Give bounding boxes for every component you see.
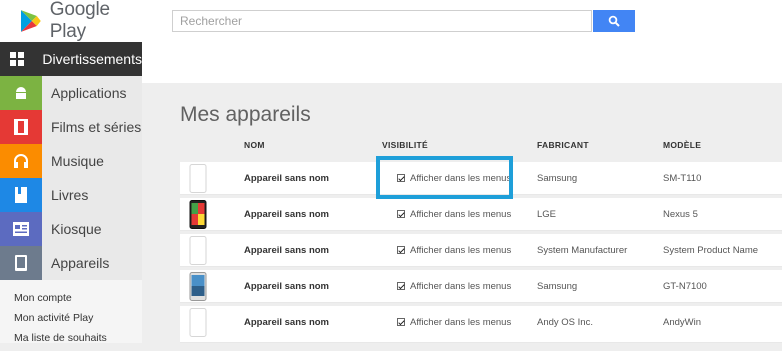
- table-row: Appareil sans nom Afficher dans les menu…: [180, 234, 782, 267]
- sidebar-item-livres[interactable]: Livres: [0, 178, 142, 212]
- sidebar: Divertissements Applications Films et sé…: [0, 42, 142, 344]
- visibility-checkbox[interactable]: Afficher dans les menus: [397, 317, 511, 328]
- device-thumbnail: [189, 272, 207, 301]
- top-bar: Google Play Rechercher: [0, 0, 782, 42]
- device-thumbnail: [189, 164, 207, 193]
- sidebar-item-appareils[interactable]: Appareils: [0, 246, 142, 280]
- account-links: Mon compte Mon activité Play Ma liste de…: [14, 291, 107, 351]
- visibility-label: Afficher dans les menus: [410, 281, 512, 292]
- device-name: Appareil sans nom: [244, 209, 329, 220]
- device-thumbnail: [189, 200, 207, 229]
- sidebar-item-label: Divertissements: [33, 42, 142, 76]
- table-row: Appareil sans nom Afficher dans les menu…: [180, 270, 782, 303]
- device-name: Appareil sans nom: [244, 317, 329, 328]
- logo-text: Google Play: [49, 0, 110, 42]
- device-manufacturer: System Manufacturer: [537, 245, 628, 256]
- sidebar-item-label: Applications: [42, 76, 142, 110]
- device-icon: [0, 246, 42, 280]
- book-icon: [0, 178, 42, 212]
- visibility-checkbox[interactable]: Afficher dans les menus: [397, 209, 511, 220]
- sidebar-item-kiosque[interactable]: Kiosque: [0, 212, 142, 246]
- visibility-label: Afficher dans les menus: [410, 209, 512, 220]
- column-header-modele: MODÈLE: [663, 140, 702, 150]
- device-model: AndyWin: [663, 317, 702, 328]
- search-input[interactable]: Rechercher: [172, 10, 592, 32]
- sidebar-item-label: Livres: [42, 178, 142, 212]
- device-model: System Product Name: [663, 245, 759, 256]
- search-icon: [608, 15, 620, 27]
- link-liste-souhaits[interactable]: Ma liste de souhaits: [14, 331, 107, 351]
- device-manufacturer: Samsung: [537, 173, 578, 184]
- newspaper-icon: [0, 212, 42, 246]
- sidebar-item-label: Films et séries: [42, 110, 142, 144]
- column-header-visibilite: VISIBILITÉ: [382, 140, 428, 150]
- table-row: Appareil sans nom Afficher dans les menu…: [180, 306, 782, 343]
- sidebar-item-label: Appareils: [42, 246, 142, 280]
- sidebar-item-label: Musique: [42, 144, 142, 178]
- android-icon: [0, 76, 42, 110]
- search-placeholder: Rechercher: [180, 14, 243, 28]
- device-manufacturer: LGE: [537, 209, 557, 220]
- sidebar-item-applications[interactable]: Applications: [0, 76, 142, 110]
- sidebar-item-divertissements[interactable]: Divertissements: [0, 42, 142, 76]
- sidebar-item-films[interactable]: Films et séries: [0, 110, 142, 144]
- device-name: Appareil sans nom: [244, 245, 329, 256]
- content-header-bar: [142, 42, 782, 83]
- visibility-label: Afficher dans les menus: [410, 245, 512, 256]
- device-model: Nexus 5: [663, 209, 698, 220]
- highlight-box: [376, 156, 513, 199]
- device-model: GT-N7100: [663, 281, 707, 292]
- device-thumbnail: [189, 308, 207, 337]
- device-manufacturer: Samsung: [537, 281, 578, 292]
- link-mon-compte[interactable]: Mon compte: [14, 291, 107, 311]
- device-model: SM-T110: [663, 173, 702, 184]
- device-name: Appareil sans nom: [244, 173, 329, 184]
- grid-icon: [0, 42, 34, 76]
- visibility-checkbox[interactable]: Afficher dans les menus: [397, 245, 511, 256]
- sidebar-item-musique[interactable]: Musique: [0, 144, 142, 178]
- device-name: Appareil sans nom: [244, 281, 329, 292]
- play-triangle-icon: [20, 10, 41, 32]
- search-button[interactable]: [593, 10, 635, 32]
- headphones-icon: [0, 144, 42, 178]
- device-manufacturer: Andy OS Inc.: [537, 317, 593, 328]
- table-row: Appareil sans nom Afficher dans les menu…: [180, 198, 782, 231]
- page-title: Mes appareils: [180, 103, 311, 126]
- visibility-label: Afficher dans les menus: [410, 317, 512, 328]
- device-thumbnail: [189, 236, 207, 265]
- film-icon: [0, 110, 42, 144]
- column-header-nom: NOM: [244, 140, 265, 150]
- sidebar-item-label: Kiosque: [42, 212, 142, 246]
- google-play-logo[interactable]: Google Play: [20, 0, 150, 42]
- link-mon-activite-play[interactable]: Mon activité Play: [14, 311, 107, 331]
- column-header-fabricant: FABRICANT: [537, 140, 589, 150]
- visibility-checkbox[interactable]: Afficher dans les menus: [397, 281, 511, 292]
